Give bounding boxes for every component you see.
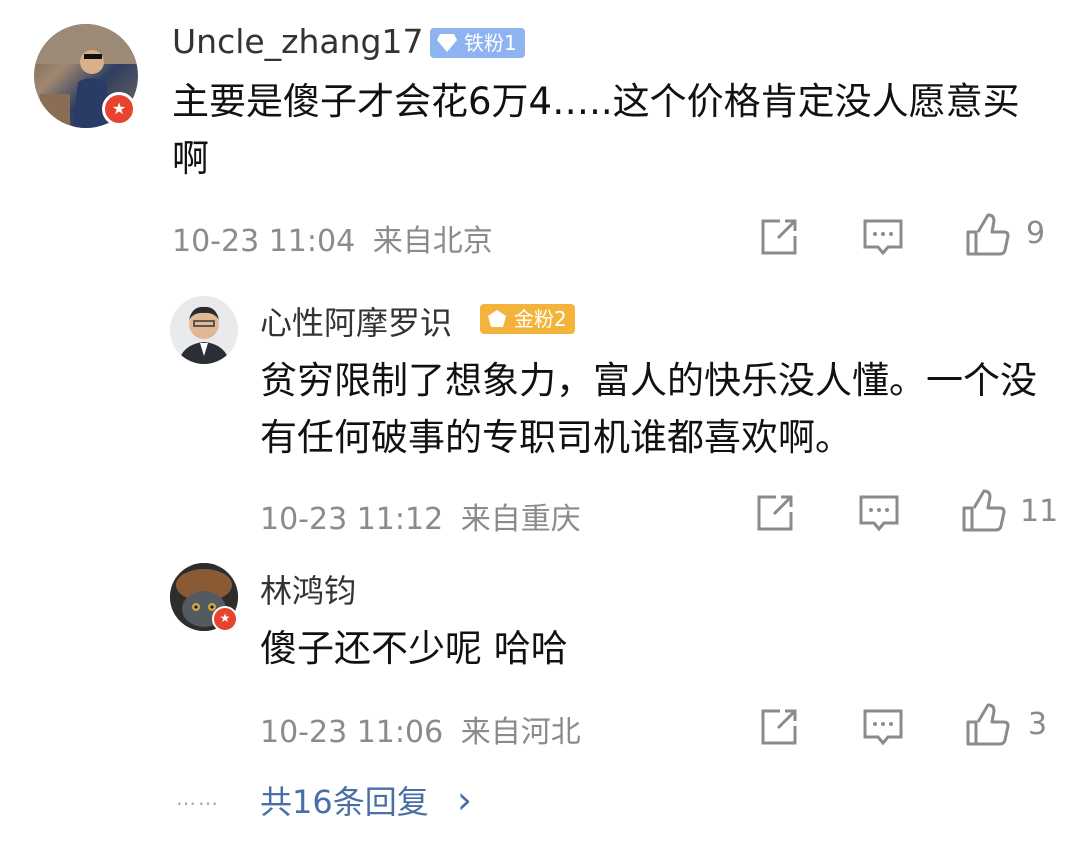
reply-text: 傻子还不少呢 哈哈 [260, 627, 568, 670]
like-icon[interactable] [964, 702, 1010, 748]
share-icon[interactable] [758, 706, 800, 748]
comment-username[interactable]: Uncle_zhang17 [172, 22, 424, 61]
like-count: 3 [1028, 707, 1048, 742]
fan-badge: 金粉2 [480, 304, 575, 334]
avatar-photo [170, 296, 238, 364]
reply-username[interactable]: 心性阿摩罗识 [260, 298, 452, 344]
diamond-icon [437, 34, 457, 52]
reply-meta: 10-23 11:06 来自河北 [260, 707, 581, 751]
share-icon[interactable] [758, 216, 800, 258]
reply-username[interactable]: 林鸿钧 [260, 566, 356, 612]
more-replies-link[interactable]: 共16条回复 › [260, 777, 472, 823]
like-count: 9 [1026, 216, 1046, 251]
comment-icon[interactable] [858, 492, 900, 534]
reply-location: 来自河北 [460, 715, 581, 750]
comment-icon[interactable] [862, 216, 904, 258]
reply-time: 10-23 11:12 [260, 502, 444, 537]
reply-avatar[interactable] [170, 296, 238, 364]
fan-badge: 铁粉1 [430, 28, 525, 58]
like-icon[interactable] [960, 488, 1006, 534]
comment-icon[interactable] [862, 706, 904, 748]
like-count: 11 [1020, 494, 1059, 529]
comment-text: 主要是傻子才会花6万4…..这个价格肯定没人愿意买啊 [172, 80, 1020, 180]
reply-time: 10-23 11:06 [260, 715, 444, 750]
gem-icon [488, 310, 506, 327]
comment-meta: 10-23 11:04 来自北京 [172, 216, 493, 260]
verified-badge-icon: ★ [102, 92, 136, 126]
comment-location: 来自北京 [372, 224, 493, 259]
fan-badge-label: 铁粉1 [464, 31, 517, 55]
share-icon[interactable] [754, 492, 796, 534]
comment-time: 10-23 11:04 [172, 224, 356, 259]
reply-meta: 10-23 11:12 来自重庆 [260, 494, 581, 538]
fan-badge-label: 金粉2 [514, 307, 567, 331]
reply-location: 来自重庆 [460, 502, 581, 537]
more-dots: …… [176, 786, 220, 810]
reply-text: 贫穷限制了想象力，富人的快乐没人懂。一个没有任何破事的专职司机谁都喜欢啊。 [260, 359, 1037, 459]
like-icon[interactable] [964, 212, 1010, 258]
chevron-right-icon: › [456, 778, 473, 822]
more-replies-label: 共16条回复 [260, 783, 429, 821]
verified-badge-icon: ★ [212, 606, 238, 632]
